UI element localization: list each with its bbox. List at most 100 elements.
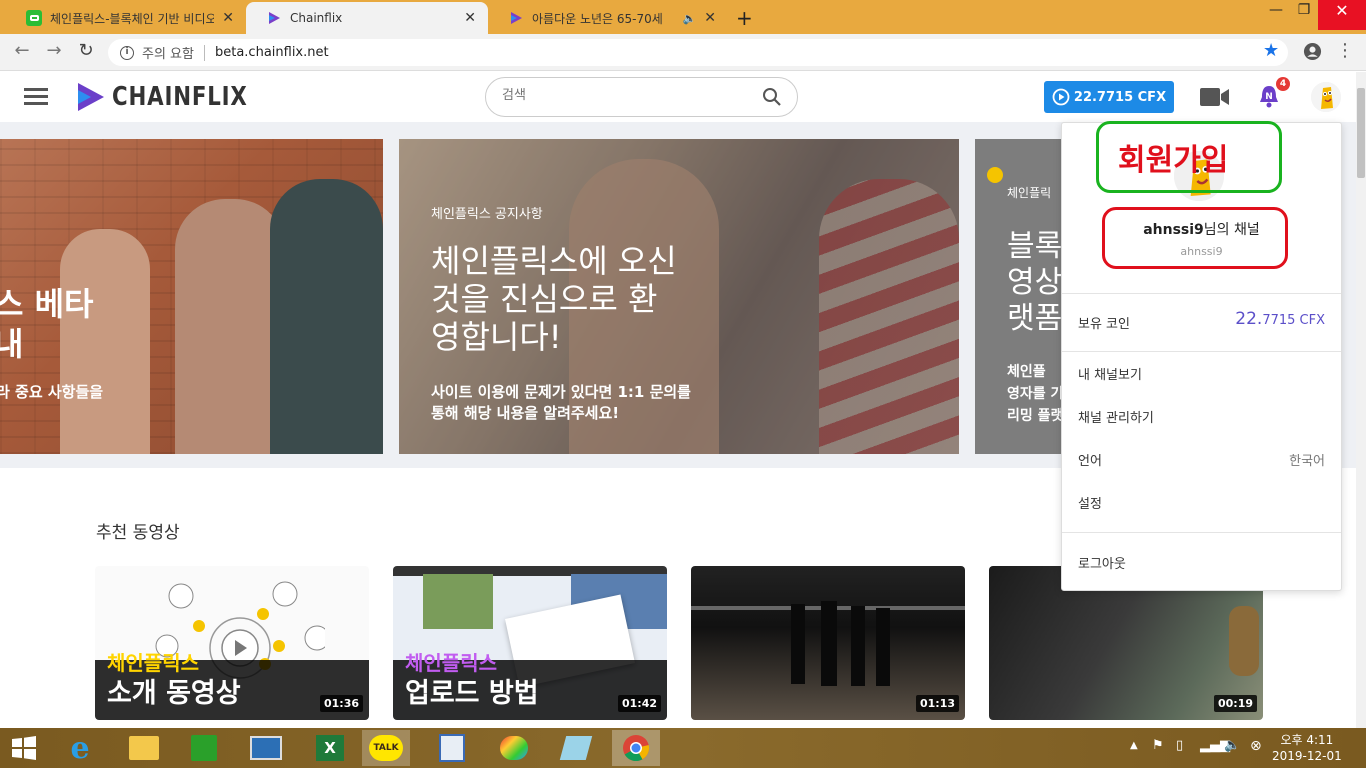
speaker-icon[interactable]: 🔈 <box>683 12 697 25</box>
avatar-character-icon <box>1311 82 1341 112</box>
dancer-silhouette <box>851 606 865 686</box>
new-tab-button[interactable]: + <box>736 6 753 30</box>
minimize-icon[interactable]: — <box>1262 2 1290 18</box>
slide-title-line: 것을 진심으로 환 <box>431 280 658 318</box>
info-icon[interactable]: i <box>120 45 134 60</box>
tab-chainflix-video[interactable]: 체인플릭스-블록체인 기반 비디오 ✕ <box>6 2 246 34</box>
kakaotalk-icon: TALK <box>369 735 403 761</box>
notification-close-icon[interactable]: ⊗ <box>1250 738 1262 754</box>
video-duration: 01:42 <box>617 695 661 712</box>
store-button[interactable] <box>180 730 228 766</box>
forward-icon[interactable]: → <box>42 40 66 61</box>
video-card[interactable]: 체인플릭스 업로드 방법 01:42 <box>393 566 667 720</box>
search-icon[interactable] <box>762 87 782 107</box>
chrome-button[interactable] <box>612 730 660 766</box>
address-bar[interactable]: i 주의 요함 beta.chainflix.net <box>108 39 1288 66</box>
divider <box>203 44 205 61</box>
user-dropdown-menu: 회원가입 ahnssi9님의 채널 ahnssi9 보유 코인 22.7715 … <box>1061 121 1342 591</box>
slide-title-line: 영합니다! <box>431 318 562 356</box>
video-card[interactable]: 01:13 <box>691 566 965 720</box>
coin-balance-label: 22.7715 CFX <box>1073 89 1167 105</box>
menu-language[interactable]: 언어 <box>1078 450 1102 469</box>
slide-description: 리밍 플랫 <box>1007 408 1064 424</box>
section-title: 추천 동영상 <box>96 523 180 543</box>
channel-name: ahnssi9 <box>1143 222 1204 238</box>
slide-description: 통해 해당 내용을 알려주세요! <box>431 404 620 422</box>
channel-title[interactable]: ahnssi9님의 채널 <box>1062 219 1341 239</box>
tab-title: 아름다운 노년은 65-70세 <box>532 11 663 26</box>
slide-title-line: 랫폼 <box>1007 301 1063 336</box>
file-explorer-button[interactable] <box>120 730 168 766</box>
channel-suffix: 님의 채널 <box>1203 222 1260 238</box>
hamburger-menu-icon[interactable] <box>24 88 48 106</box>
start-button[interactable] <box>0 730 48 766</box>
user-avatar[interactable] <box>1311 82 1341 112</box>
close-tab-icon[interactable]: ✕ <box>464 10 476 26</box>
internet-explorer-icon: e <box>70 730 90 766</box>
close-tab-icon[interactable]: ✕ <box>222 10 234 26</box>
network-device-icon[interactable]: ▯ <box>1176 738 1183 753</box>
tab-youtube-video[interactable]: 아름다운 노년은 65-70세 🔈 ✕ <box>488 2 728 34</box>
internet-explorer-button[interactable]: e <box>56 730 104 766</box>
coin-value-int: 22. <box>1235 309 1263 329</box>
notes-icon <box>439 734 465 762</box>
app-button[interactable] <box>552 730 600 766</box>
person-photo <box>175 199 285 454</box>
slide-description: 사이트 이용에 문제가 있다면 1:1 문의를 <box>431 383 691 401</box>
lenovo-button[interactable] <box>242 730 290 766</box>
slide-title-line: 내 <box>0 325 24 363</box>
video-card[interactable]: 체인플릭스 소개 동영상 01:36 <box>95 566 369 720</box>
video-camera-icon[interactable] <box>1200 87 1230 107</box>
maximize-icon[interactable]: ❐ <box>1290 2 1318 18</box>
person-photo <box>270 179 383 454</box>
language-value[interactable]: 한국어 <box>1289 450 1325 469</box>
search-input[interactable] <box>502 88 752 103</box>
menu-my-channel[interactable]: 내 채널보기 <box>1078 364 1142 383</box>
notes-app-button[interactable] <box>428 730 476 766</box>
kakaotalk-button[interactable]: TALK <box>362 730 410 766</box>
taskbar-clock[interactable]: 오후 4:11 2019-12-01 <box>1272 732 1342 764</box>
clock-date: 2019-12-01 <box>1272 749 1342 763</box>
menu-settings[interactable]: 설정 <box>1078 493 1102 512</box>
coin-balance-button[interactable]: 22.7715 CFX <box>1044 81 1174 113</box>
site-logo[interactable]: CHAINFLIX <box>76 82 277 112</box>
menu-kebab-icon[interactable]: ⋮ <box>1336 40 1354 61</box>
banner-slide-3[interactable]: 체인플릭 블록 영상 랫폼 체인플 영자를 기 리밍 플랫 <box>975 139 1065 454</box>
search-box[interactable] <box>485 77 798 117</box>
play-circle-icon <box>1052 88 1070 106</box>
excel-button[interactable]: X <box>306 730 354 766</box>
scrollbar-thumb[interactable] <box>1357 88 1365 178</box>
account-icon[interactable] <box>1303 42 1322 61</box>
tab-chainflix[interactable]: Chainflix ✕ <box>246 2 488 34</box>
banner-slide-1[interactable]: 스 베타 내 라 중요 사항들을 <box>0 139 383 454</box>
windows-logo-icon <box>12 736 36 760</box>
play-icon <box>987 167 1003 183</box>
channel-id: ahnssi9 <box>1180 245 1223 258</box>
tab-title: 체인플릭스-블록체인 기반 비디오 <box>50 11 215 26</box>
reload-icon[interactable]: ↻ <box>74 40 98 61</box>
thumbnail-photo <box>423 574 493 629</box>
divider <box>1062 293 1341 294</box>
back-icon[interactable]: ← <box>10 40 34 61</box>
coin-value-frac: 7715 CFX <box>1262 313 1325 328</box>
video-duration: 01:13 <box>915 695 959 712</box>
slide-tag: 체인플릭스 공지사항 <box>431 207 543 222</box>
window-close-button[interactable]: ✕ <box>1318 0 1366 30</box>
divider <box>1062 351 1341 352</box>
logo-text: CHAINFLIX <box>112 82 248 112</box>
menu-logout[interactable]: 로그아웃 <box>1078 553 1126 572</box>
rider-silhouette <box>1229 606 1259 676</box>
close-tab-icon[interactable]: ✕ <box>704 10 716 26</box>
dancer-silhouette <box>791 604 805 684</box>
paint-button[interactable] <box>490 730 538 766</box>
banner-slide-2[interactable]: 체인플릭스 공지사항 체인플릭스에 오신 것을 진심으로 환 영합니다! 사이트… <box>399 139 959 454</box>
video-title-line: 업로드 방법 <box>405 678 539 709</box>
folder-icon <box>129 736 159 760</box>
tray-expand-icon[interactable]: ▲ <box>1130 740 1138 751</box>
url-text[interactable]: beta.chainflix.net <box>215 45 329 60</box>
menu-manage-channel[interactable]: 채널 관리하기 <box>1078 407 1154 426</box>
video-duration: 01:36 <box>319 695 363 712</box>
volume-icon[interactable]: 🔈 <box>1224 738 1240 753</box>
bookmark-star-icon[interactable]: ★ <box>1263 40 1279 61</box>
flag-icon[interactable]: ⚑ <box>1152 738 1164 753</box>
